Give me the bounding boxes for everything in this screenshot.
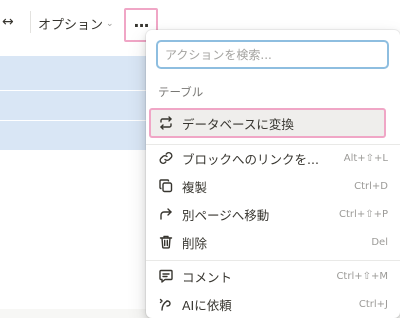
ai-icon <box>158 296 174 312</box>
action-menu: テーブル データベースに変換 ブロックへのリンクを... Alt+⇧+L <box>146 30 400 318</box>
menu-item-move-to[interactable]: 別ページへ移動 Ctrl+⇧+P <box>150 200 396 228</box>
trash-icon <box>158 234 174 250</box>
link-icon <box>158 150 174 166</box>
menu-item-convert-to-database[interactable]: データベースに変換 <box>149 108 386 138</box>
menu-item-label: 削除 <box>182 235 208 251</box>
menu-item-link-to-block[interactable]: ブロックへのリンクを... Alt+⇧+L <box>150 144 396 172</box>
menu-item-shortcut: Ctrl+⇧+M <box>336 270 388 282</box>
options-label: オプション <box>38 18 104 33</box>
convert-icon <box>158 115 174 131</box>
action-search-input[interactable] <box>156 40 389 69</box>
selected-table[interactable] <box>0 56 160 150</box>
menu-item-label: 複製 <box>182 179 208 195</box>
menu-item-label: データベースに変換 <box>182 116 294 132</box>
move-arrow-icon <box>158 206 174 222</box>
menu-item-ask-ai[interactable]: AIに依頼 Ctrl+J <box>150 290 396 318</box>
menu-item-label: ブロックへのリンクを... <box>182 151 319 167</box>
table-row-divider <box>0 90 160 91</box>
section-label-table: テーブル <box>158 85 204 99</box>
menu-item-label: 別ページへ移動 <box>182 207 270 223</box>
menu-item-duplicate[interactable]: 複製 Ctrl+D <box>150 172 396 200</box>
menu-item-comment[interactable]: コメント Ctrl+⇧+M <box>150 262 396 290</box>
comment-icon <box>158 268 174 284</box>
menu-item-shortcut: Alt+⇧+L <box>343 152 388 164</box>
duplicate-icon <box>158 178 174 194</box>
menu-item-delete[interactable]: 削除 Del <box>150 228 396 256</box>
table-row-divider <box>0 120 160 121</box>
expand-arrows-icon[interactable]: ↔ <box>2 14 14 30</box>
chevron-down-icon: ⌄ <box>106 18 114 29</box>
menu-item-shortcut: Del <box>371 236 388 248</box>
menu-item-label: AIに依頼 <box>182 297 232 313</box>
menu-divider <box>146 260 400 261</box>
menu-item-shortcut: Ctrl+J <box>358 298 388 310</box>
menu-item-shortcut: Ctrl+⇧+P <box>339 208 388 220</box>
menu-item-label: コメント <box>182 269 233 285</box>
options-dropdown[interactable]: オプション ⌄ <box>38 14 114 33</box>
toolbar-divider <box>30 11 31 33</box>
menu-item-shortcut: Ctrl+D <box>354 180 388 192</box>
